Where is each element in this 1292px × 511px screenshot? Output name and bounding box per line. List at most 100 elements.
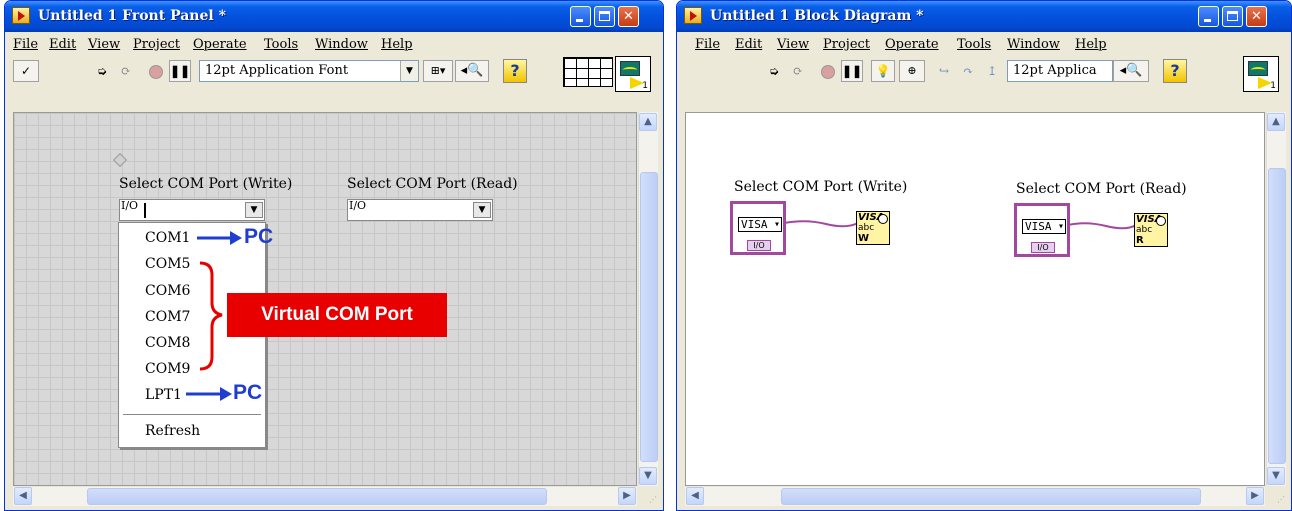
menu-help[interactable]: Help: [381, 37, 413, 52]
align-icon: ⊞▾: [430, 64, 446, 77]
vertical-scroll-thumb[interactable]: [1268, 168, 1286, 464]
scroll-up-button[interactable]: ▲: [639, 113, 657, 131]
retain-wire-values-button[interactable]: ⊕: [899, 60, 925, 82]
app-icon[interactable]: [12, 7, 30, 24]
menu-window[interactable]: Window: [1007, 37, 1060, 52]
zoom-button[interactable]: ◂🔍: [1113, 60, 1149, 82]
window-title: Untitled 1 Front Panel *: [38, 8, 226, 24]
menu-file[interactable]: File: [13, 37, 38, 52]
scroll-left-button[interactable]: ◀: [14, 487, 32, 505]
vertical-scrollbar[interactable]: ▲ ▼: [638, 112, 658, 486]
step-out-button[interactable]: ↥: [981, 60, 1003, 82]
step-over-icon: ↷: [962, 64, 974, 78]
menu-bar: File Edit View Project Operate Tools Win…: [677, 32, 1291, 57]
scroll-up-icon: ▲: [644, 116, 652, 127]
zoom-icon: ◂🔍: [1119, 63, 1143, 78]
menu-edit[interactable]: Edit: [49, 37, 76, 52]
app-icon[interactable]: [684, 7, 702, 24]
chevron-down-icon: ▼: [400, 61, 418, 81]
step-into-button[interactable]: ↪: [933, 60, 955, 82]
menu-view[interactable]: View: [777, 37, 809, 52]
font-select[interactable]: 12pt Application Font ▼: [199, 60, 419, 82]
front-panel-window: Untitled 1 Front Panel * ✕ File Edit Vie…: [4, 0, 664, 511]
zoom-button[interactable]: ◂🔍: [455, 60, 489, 82]
curly-brace-icon: [199, 261, 223, 371]
checkmark-icon: ✓: [20, 64, 32, 78]
abort-button[interactable]: [145, 60, 167, 82]
block-diagram-window: Untitled 1 Block Diagram * ✕ File Edit V…: [676, 0, 1292, 511]
edit-mode-button[interactable]: ✓: [13, 60, 39, 82]
menu-project[interactable]: Project: [823, 37, 870, 52]
resize-grip-icon[interactable]: ⋰: [1277, 495, 1285, 504]
menu-file[interactable]: File: [695, 37, 720, 52]
scroll-right-button[interactable]: ▶: [1246, 487, 1264, 505]
step-out-icon: ↥: [986, 64, 998, 78]
menu-help[interactable]: Help: [1075, 37, 1107, 52]
minimize-button[interactable]: [570, 6, 591, 27]
title-bar[interactable]: Untitled 1 Front Panel * ✕: [5, 1, 663, 32]
maximize-button[interactable]: [1222, 6, 1243, 27]
visa-read-function[interactable]: VISA abc R: [1134, 213, 1168, 247]
abort-button[interactable]: [817, 60, 839, 82]
maximize-icon: [1227, 11, 1238, 21]
maximize-icon: [599, 11, 610, 21]
scroll-left-button[interactable]: ◀: [686, 487, 704, 505]
pc-annotation-lpt1: PC: [233, 381, 263, 404]
scroll-left-icon: ◀: [19, 490, 27, 501]
abort-icon: [149, 64, 163, 79]
visa-resource-terminal-read[interactable]: VISA I/O: [1014, 203, 1070, 257]
wire-write: [783, 220, 859, 228]
highlight-icon: 💡: [875, 64, 891, 78]
connector-pane[interactable]: [563, 57, 613, 87]
title-bar[interactable]: Untitled 1 Block Diagram * ✕: [677, 1, 1291, 32]
scroll-right-button[interactable]: ▶: [618, 487, 636, 505]
horizontal-scroll-thumb[interactable]: [781, 488, 1201, 505]
vi-icon[interactable]: 1: [1243, 56, 1279, 92]
virtual-com-port-annotation: Virtual COM Port: [227, 293, 447, 337]
close-button[interactable]: ✕: [1246, 6, 1267, 27]
vi-icon[interactable]: 1: [615, 56, 651, 92]
highlight-execution-button[interactable]: 💡: [871, 60, 895, 82]
help-button[interactable]: ?: [1163, 59, 1187, 83]
font-select[interactable]: 12pt Applica: [1007, 60, 1113, 82]
scroll-down-button[interactable]: ▼: [1267, 467, 1285, 485]
close-icon: ✕: [1251, 9, 1262, 24]
menu-edit[interactable]: Edit: [735, 37, 762, 52]
vertical-scrollbar[interactable]: ▲ ▼: [1266, 112, 1286, 486]
visa-resource-terminal-write[interactable]: VISA I/O: [730, 201, 786, 255]
visa-write-function[interactable]: VISA abc W: [856, 211, 890, 245]
maximize-button[interactable]: [594, 6, 615, 27]
scroll-down-button[interactable]: ▼: [639, 467, 657, 485]
close-button[interactable]: ✕: [618, 6, 639, 27]
vertical-scroll-thumb[interactable]: [640, 172, 658, 462]
resize-grip-icon[interactable]: ⋰: [649, 495, 657, 504]
help-button[interactable]: ?: [503, 59, 527, 83]
menu-tools[interactable]: Tools: [264, 37, 298, 52]
menu-project[interactable]: Project: [133, 37, 180, 52]
minimize-button[interactable]: [1198, 6, 1219, 27]
align-objects-button[interactable]: ⊞▾: [423, 60, 453, 82]
pause-button[interactable]: ❚❚: [169, 60, 191, 82]
menu-tools[interactable]: Tools: [957, 37, 991, 52]
horizontal-scroll-thumb[interactable]: [87, 488, 547, 505]
menu-operate[interactable]: Operate: [193, 37, 247, 52]
run-continuous-button[interactable]: ⟳: [787, 60, 809, 82]
horizontal-scrollbar[interactable]: ◀ ▶: [13, 487, 637, 506]
pc-annotation-com1: PC: [244, 225, 274, 248]
step-over-button[interactable]: ↷: [957, 60, 979, 82]
run-continuous-button[interactable]: ⟳: [115, 60, 137, 82]
menu-view[interactable]: View: [88, 37, 120, 52]
run-arrow-icon: ➭: [768, 64, 780, 78]
abort-icon: [821, 64, 835, 79]
block-diagram-canvas[interactable]: Select COM Port (Write) Select COM Port …: [685, 112, 1265, 486]
scroll-up-button[interactable]: ▲: [1267, 113, 1285, 131]
pause-icon: ❚❚: [170, 64, 191, 78]
front-panel-canvas[interactable]: Select COM Port (Write) I/O ▼ Select COM…: [13, 112, 637, 486]
pause-button[interactable]: ❚❚: [841, 60, 863, 82]
menu-window[interactable]: Window: [315, 37, 368, 52]
menu-operate[interactable]: Operate: [885, 37, 939, 52]
scroll-right-icon: ▶: [1251, 490, 1259, 501]
horizontal-scrollbar[interactable]: ◀ ▶: [685, 487, 1265, 506]
run-button[interactable]: ➭: [91, 60, 113, 82]
run-button[interactable]: ➭: [763, 60, 785, 82]
